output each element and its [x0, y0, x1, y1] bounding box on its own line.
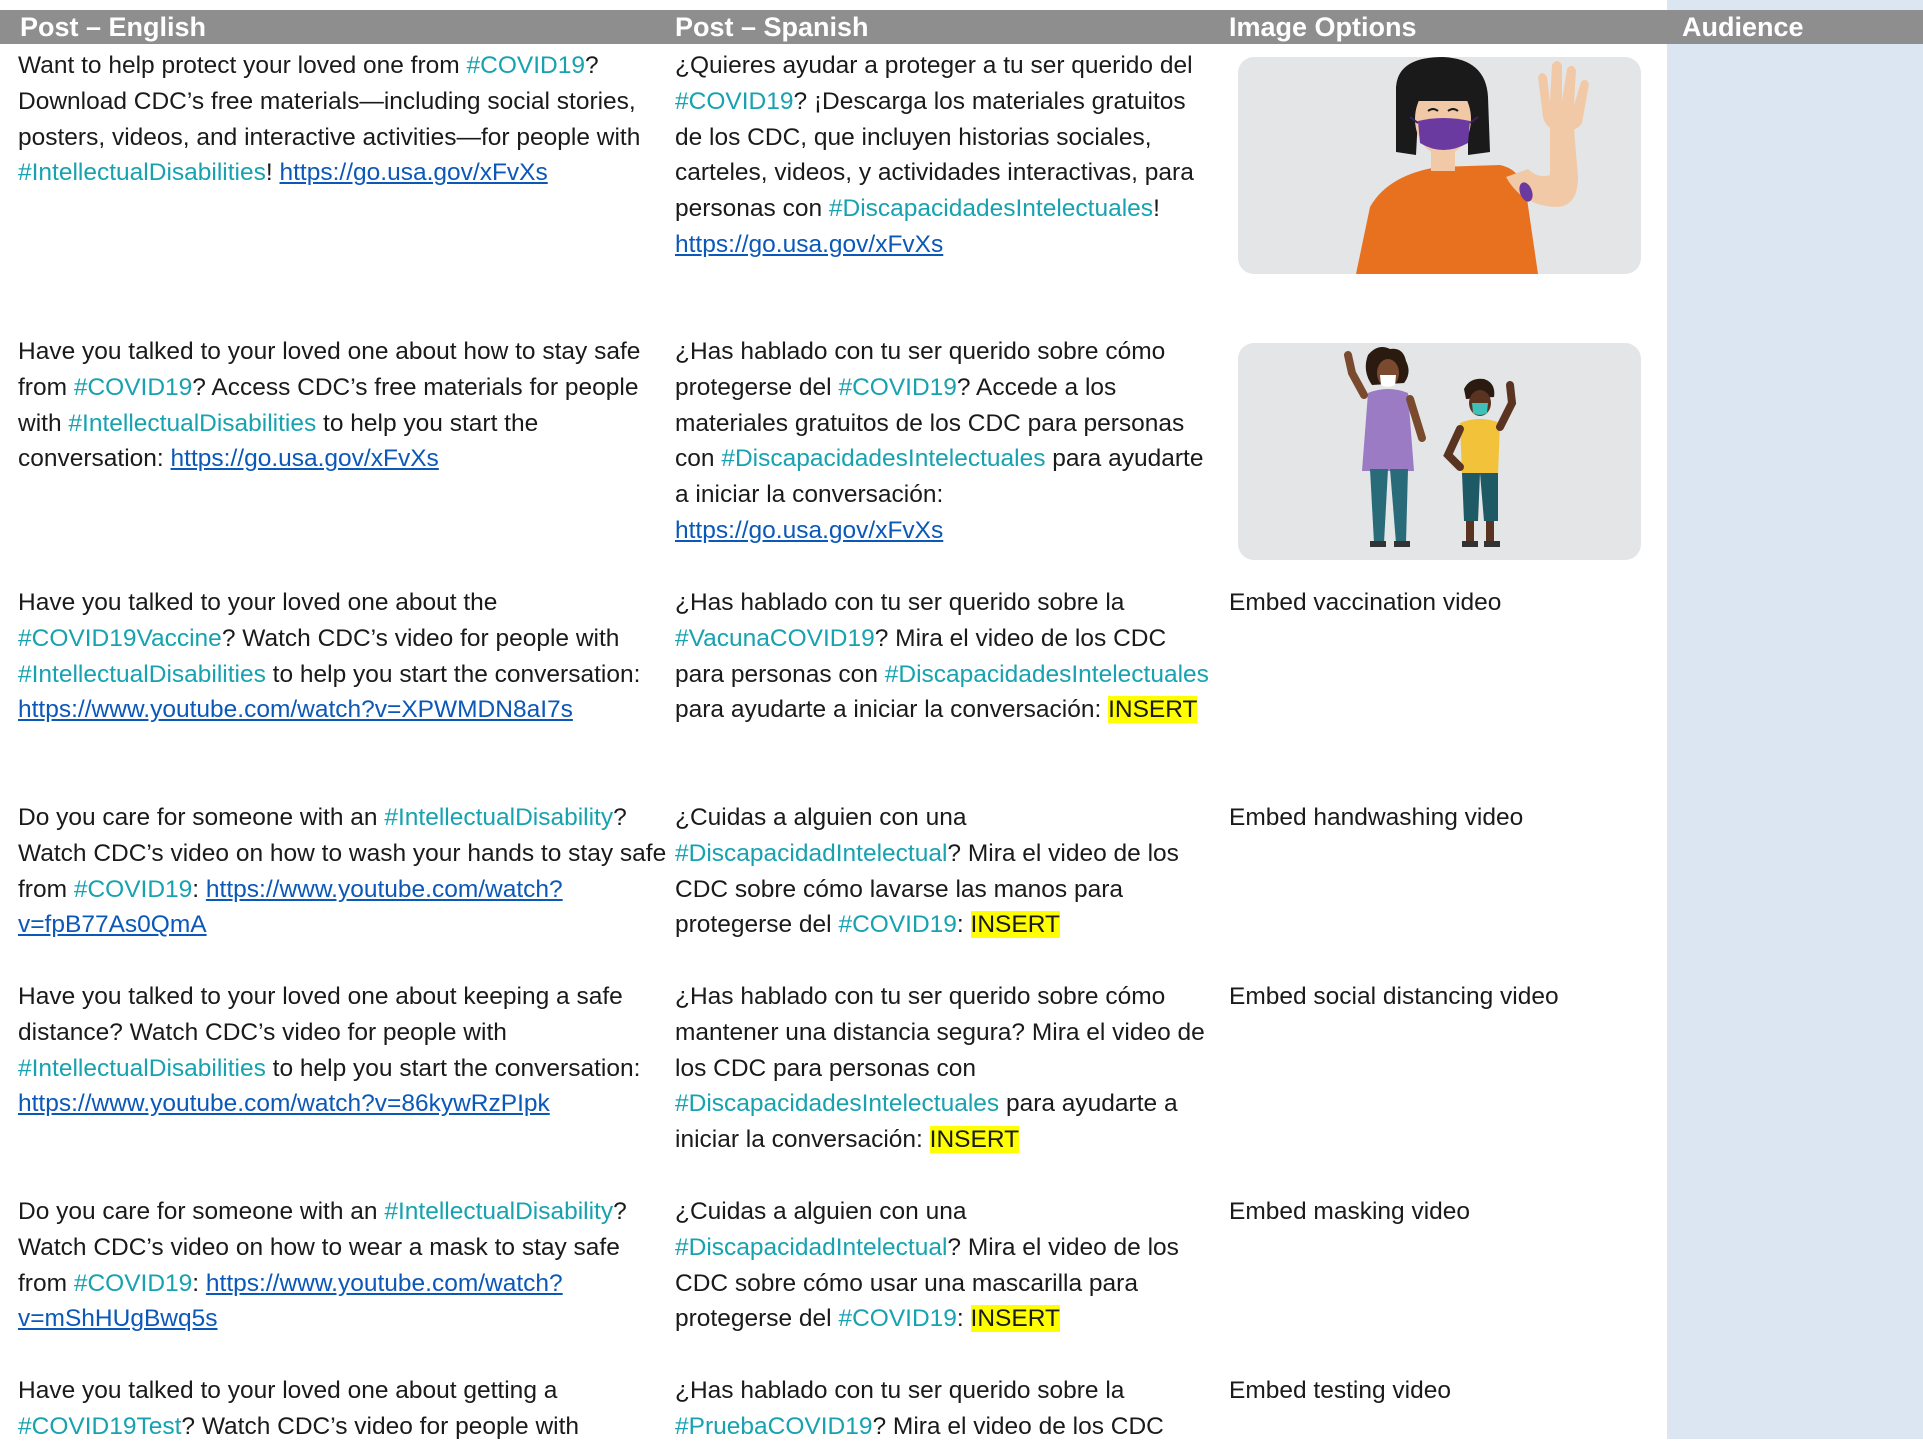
- row-4-image-option: Embed handwashing video: [1229, 804, 1524, 831]
- hashtag[interactable]: #COVID19: [74, 876, 192, 903]
- row-7-image-option: Embed testing video: [1229, 1377, 1451, 1404]
- row-3-image-option: Embed vaccination video: [1229, 589, 1502, 616]
- hashtag[interactable]: #DiscapacidadIntelectual: [675, 840, 947, 867]
- hashtag[interactable]: #IntellectualDisabilities: [68, 410, 316, 437]
- hashtag[interactable]: #COVID19Vaccine: [18, 625, 222, 652]
- row-1-post-english: Want to help protect your loved one from…: [18, 52, 641, 187]
- row-5-post-spanish: ¿Has hablado con tu ser querido sobre có…: [675, 983, 1205, 1154]
- header-audience: Audience: [1682, 12, 1804, 42]
- row-7-post-spanish: ¿Has hablado con tu ser querido sobre la…: [675, 1377, 1164, 1440]
- table-header: Post – English Post – Spanish Image Opti…: [0, 10, 1923, 44]
- row-2-post-english: Have you talked to your loved one about …: [18, 338, 641, 473]
- hashtag[interactable]: #COVID19: [467, 52, 585, 79]
- hashtag[interactable]: #DiscapacidadesIntelectuales: [885, 661, 1209, 688]
- hashtag[interactable]: #DiscapacidadesIntelectuales: [721, 445, 1045, 472]
- hashtag[interactable]: #VacunaCOVID19: [675, 625, 875, 652]
- row-5-post-english: Have you talked to your loved one about …: [18, 983, 641, 1118]
- hashtag[interactable]: #DiscapacidadIntelectual: [675, 1234, 947, 1261]
- insert-placeholder: INSERT: [1108, 696, 1198, 724]
- audience-column-background: [1667, 0, 1923, 1439]
- hashtag[interactable]: #COVID19: [675, 88, 793, 115]
- hashtag[interactable]: #IntellectualDisabilities: [18, 661, 266, 688]
- insert-placeholder: INSERT: [970, 911, 1060, 939]
- post-link[interactable]: https://go.usa.gov/xFvXs: [279, 159, 547, 186]
- hashtag[interactable]: #IntellectualDisability: [384, 804, 613, 831]
- two-people-waving-illustration: [1238, 343, 1641, 560]
- hashtag[interactable]: #COVID19Test: [18, 1413, 181, 1440]
- row-6-post-spanish: ¿Cuidas a alguien con una #DiscapacidadI…: [675, 1198, 1179, 1333]
- row-3-post-english: Have you talked to your loved one about …: [18, 589, 641, 724]
- post-link[interactable]: https://www.youtube.com/watch?v=86kywRzP…: [18, 1090, 550, 1117]
- post-link[interactable]: https://go.usa.gov/xFvXs: [675, 231, 943, 258]
- hashtag[interactable]: #COVID19: [838, 1305, 956, 1332]
- hashtag[interactable]: #COVID19: [838, 911, 956, 938]
- row-6-post-english: Do you care for someone with an #Intelle…: [18, 1198, 627, 1333]
- row-6-image-option: Embed masking video: [1229, 1198, 1471, 1225]
- header-post-english: Post – English: [20, 12, 207, 42]
- hashtag[interactable]: #DiscapacidadesIntelectuales: [675, 1090, 999, 1117]
- hashtag[interactable]: #IntellectualDisabilities: [18, 1055, 266, 1082]
- header-post-spanish: Post – Spanish: [675, 12, 869, 42]
- header-image-options: Image Options: [1229, 12, 1417, 42]
- hashtag[interactable]: #IntellectualDisability: [384, 1198, 613, 1225]
- hashtag[interactable]: #IntellectualDisabilities: [18, 159, 266, 186]
- row-2-post-spanish: ¿Has hablado con tu ser querido sobre có…: [675, 338, 1204, 544]
- hashtag[interactable]: #COVID19: [74, 374, 192, 401]
- post-link[interactable]: https://go.usa.gov/xFvXs: [171, 445, 439, 472]
- row-4-post-spanish: ¿Cuidas a alguien con una #DiscapacidadI…: [675, 804, 1179, 939]
- row-3-post-spanish: ¿Has hablado con tu ser querido sobre la…: [675, 589, 1209, 724]
- post-link[interactable]: https://www.youtube.com/watch?v=XPWMDN8a…: [18, 696, 573, 723]
- hashtag[interactable]: #COVID19: [74, 1270, 192, 1297]
- row-4-post-english: Do you care for someone with an #Intelle…: [18, 804, 667, 939]
- post-link[interactable]: https://go.usa.gov/xFvXs: [675, 517, 943, 544]
- row-1-post-spanish: ¿Quieres ayudar a proteger a tu ser quer…: [675, 52, 1194, 258]
- hashtag[interactable]: #COVID19: [838, 374, 956, 401]
- insert-placeholder: INSERT: [970, 1305, 1060, 1333]
- woman-waving-illustration: [1238, 57, 1641, 274]
- row-7-post-english: Have you talked to your loved one about …: [18, 1377, 580, 1440]
- hashtag[interactable]: #DiscapacidadesIntelectuales: [829, 195, 1153, 222]
- insert-placeholder: INSERT: [929, 1126, 1020, 1154]
- row-5-image-option: Embed social distancing video: [1229, 983, 1559, 1010]
- hashtag[interactable]: #PruebaCOVID19: [675, 1413, 872, 1440]
